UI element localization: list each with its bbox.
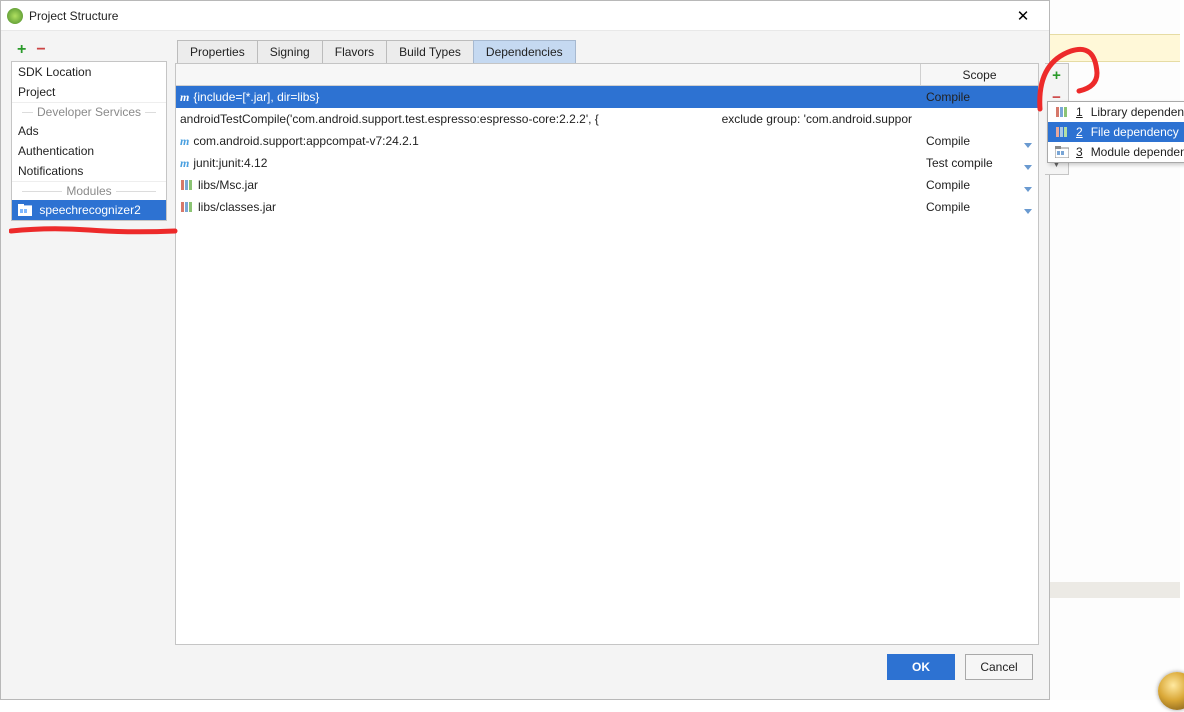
maven-icon: m [180,156,189,171]
project-structure-dialog: Project Structure ✕ + − SDK Location Pro… [0,0,1050,700]
menu-key: 1 [1076,105,1083,119]
tab-properties[interactable]: Properties [177,40,258,63]
library-icon [180,200,194,214]
dialog-buttons: OK Cancel [11,645,1039,689]
sidebar-header-developer-services: Developer Services [12,102,166,121]
sidebar-list: SDK Location Project Developer Services … [12,62,166,220]
tab-flavors[interactable]: Flavors [322,40,387,63]
titlebar: Project Structure ✕ [1,1,1049,31]
dependency-text: androidTestCompile('com.android.support.… [180,112,599,126]
sidebar-item-authentication[interactable]: Authentication [12,141,166,161]
dependency-row[interactable]: m junit:junit:4.12 Test compile [176,152,1038,174]
menu-key: 2 [1076,125,1083,139]
background-badge [1158,672,1184,710]
library-icon [1054,126,1070,138]
sidebar-remove-button[interactable]: − [36,42,45,58]
menu-item-library-dependency[interactable]: 1 Library dependency [1048,102,1184,122]
window-title: Project Structure [29,9,1003,23]
maven-icon: m [180,90,189,105]
dependency-text: junit:junit:4.12 [193,156,267,170]
module-icon [1054,146,1070,158]
library-icon [1054,106,1070,118]
library-icon [180,178,194,192]
scope-cell[interactable]: Compile [920,90,1038,104]
grid-header: Scope [176,64,1038,86]
scope-cell[interactable]: Compile [920,200,1038,214]
android-studio-icon [7,8,23,24]
menu-key: 3 [1076,145,1083,159]
sidebar-item-module-speechrecognizer2[interactable]: speechrecognizer2 [12,200,166,220]
sidebar: SDK Location Project Developer Services … [11,61,167,221]
sidebar-item-notifications[interactable]: Notifications [12,161,166,181]
dependencies-grid: Scope m {include=[*.jar], dir=libs} Compi… [175,63,1039,645]
module-icon [18,204,32,216]
menu-label: File dependency [1091,125,1179,139]
dependency-row[interactable]: androidTestCompile('com.android.support.… [176,108,1038,130]
tabs: Properties Signing Flavors Build Types D… [175,39,1039,63]
tab-dependencies[interactable]: Dependencies [473,40,576,63]
dependency-row[interactable]: m {include=[*.jar], dir=libs} Compile [176,86,1038,108]
dependency-text: libs/Msc.jar [198,178,258,192]
grid-header-name [176,64,920,85]
menu-label: Library dependency [1091,105,1184,119]
menu-item-file-dependency[interactable]: 2 File dependency [1048,122,1184,142]
sidebar-item-label: speechrecognizer2 [39,203,140,217]
sidebar-item-ads[interactable]: Ads [12,121,166,141]
dependency-extra: exclude group: 'com.android.suppor [722,112,920,126]
sidebar-item-sdk-location[interactable]: SDK Location [12,62,166,82]
close-button[interactable]: ✕ [1003,7,1043,25]
right-panel: Properties Signing Flavors Build Types D… [175,39,1039,645]
tab-build-types[interactable]: Build Types [386,40,474,63]
dependency-row[interactable]: libs/Msc.jar Compile [176,174,1038,196]
menu-label: Module dependency [1091,145,1184,159]
sidebar-add-button[interactable]: + [17,42,26,58]
sidebar-item-project[interactable]: Project [12,82,166,102]
dialog-body: + − SDK Location Project Developer Servi… [1,31,1049,699]
scope-cell[interactable]: Compile [920,178,1038,192]
dependency-row[interactable]: libs/classes.jar Compile [176,196,1038,218]
grid-body: m {include=[*.jar], dir=libs} Compile and… [176,86,1038,644]
grid-header-scope: Scope [920,64,1038,85]
add-dependency-menu: 1 Library dependency 2 File dependency 3… [1047,101,1184,163]
cancel-button[interactable]: Cancel [965,654,1033,680]
scope-cell[interactable]: Test compile [920,156,1038,170]
sidebar-toolbar: + − [11,39,167,61]
maven-icon: m [180,134,189,149]
dependency-text: {include=[*.jar], dir=libs} [193,90,319,104]
menu-item-module-dependency[interactable]: 3 Module dependency [1048,142,1184,162]
dependency-text: libs/classes.jar [198,200,276,214]
ok-button[interactable]: OK [887,654,955,680]
top-row: + − SDK Location Project Developer Servi… [11,39,1039,645]
background-bar [1050,34,1180,62]
dependency-row[interactable]: m com.android.support:appcompat-v7:24.2.1… [176,130,1038,152]
tab-signing[interactable]: Signing [257,40,323,63]
scope-cell[interactable]: Compile [920,134,1038,148]
sidebar-header-modules: Modules [12,181,166,200]
background-shade [1050,582,1180,598]
add-dependency-button[interactable]: + [1045,64,1068,86]
dependency-text: com.android.support:appcompat-v7:24.2.1 [193,134,418,148]
